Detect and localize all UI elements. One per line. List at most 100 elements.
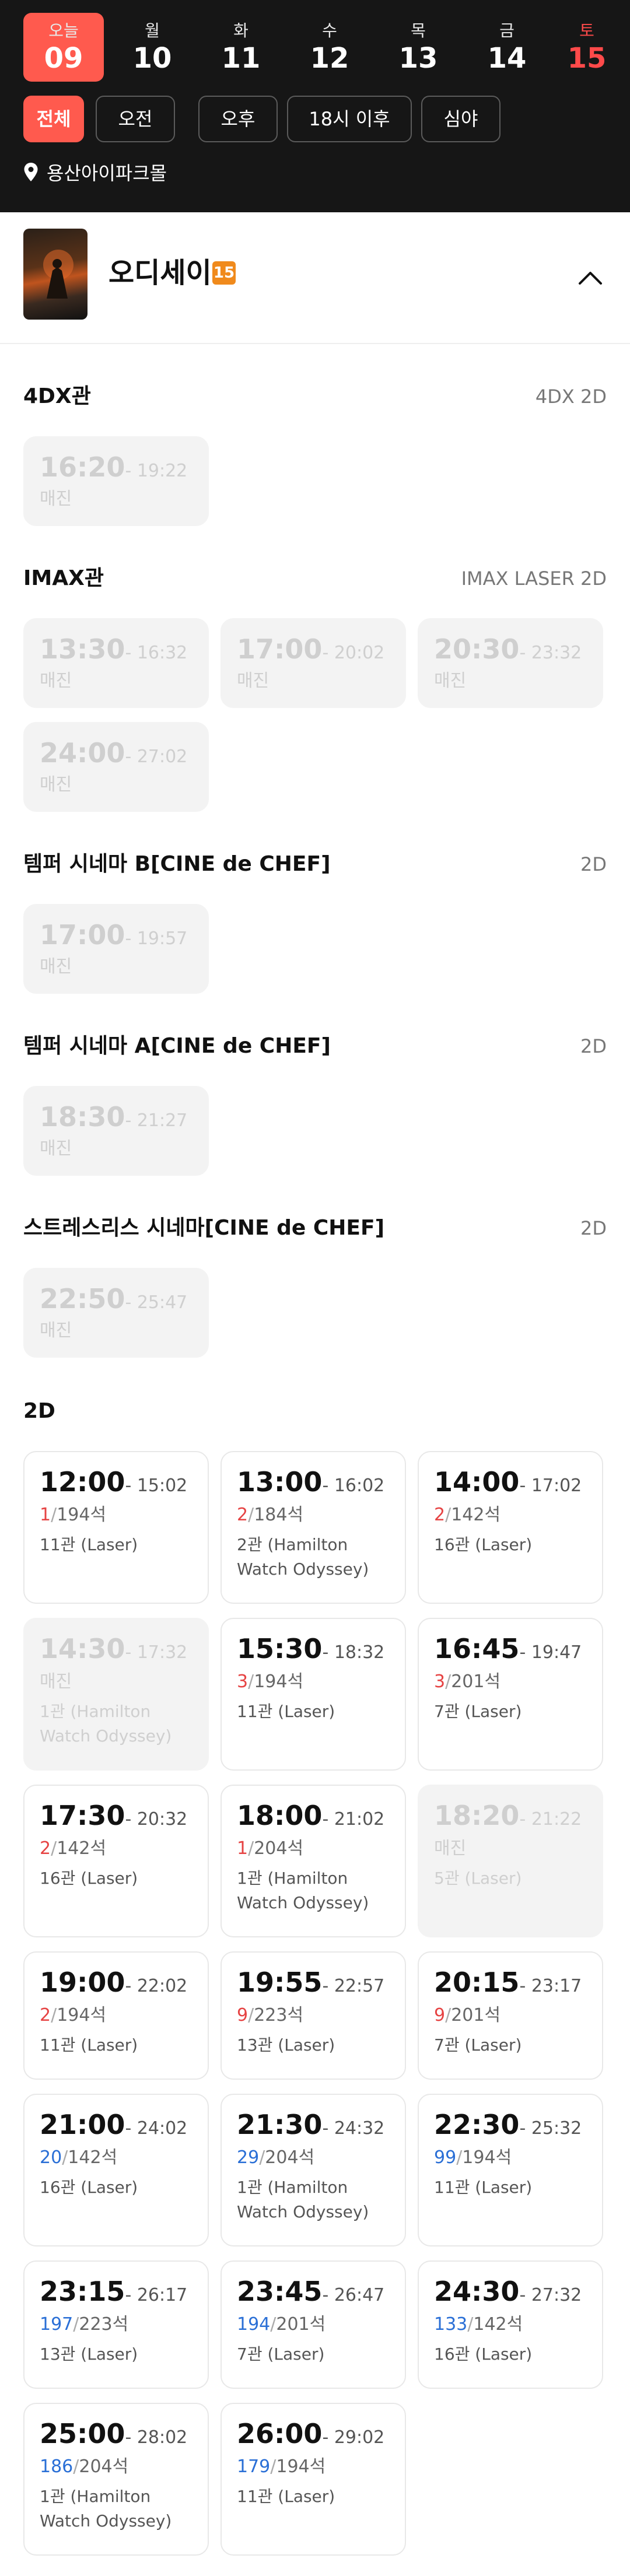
showtime-card[interactable]: 14:00- 17:02 2/142석 16관 (Laser) bbox=[418, 1451, 603, 1604]
hall-name: 11관 (Laser) bbox=[434, 2178, 533, 2197]
seat-count: 2/142석 bbox=[434, 1505, 501, 1525]
seat-count: 3/201석 bbox=[434, 1671, 501, 1692]
seat-count: 3/194석 bbox=[237, 1671, 304, 1692]
showtime-card[interactable]: 26:00- 29:02 179/194석 11관 (Laser) bbox=[220, 2403, 406, 2556]
showtime-card[interactable]: 19:55- 22:57 9/223석 13관 (Laser) bbox=[220, 1951, 406, 2080]
seat-unit: 석 bbox=[287, 1671, 304, 1692]
movie-header[interactable]: 오디세이 15 bbox=[0, 212, 630, 344]
start-time: 17:30 bbox=[40, 1800, 125, 1831]
hall-name: 1관 (Hamilton Watch Odyssey) bbox=[40, 2487, 172, 2531]
seat-count: 20/142석 bbox=[40, 2147, 118, 2168]
section-title-temper-a: 템퍼 시네마 A[CINE de CHEF] bbox=[23, 1034, 331, 1058]
showtime-card[interactable]: 20:30- 23:32 매진 bbox=[418, 618, 603, 708]
date-today[interactable]: 오늘 09 bbox=[23, 13, 104, 82]
start-time: 13:30 bbox=[40, 633, 125, 665]
sold-out-label: 매진 bbox=[40, 774, 72, 795]
showtime-card[interactable]: 13:30- 16:32 매진 bbox=[23, 618, 209, 708]
total-seats: 204 bbox=[254, 1838, 288, 1859]
date-wed[interactable]: 수 12 bbox=[289, 13, 370, 82]
seat-unit: 석 bbox=[484, 2005, 501, 2025]
section-title-stressless: 스트레스리스 시네마[CINE de CHEF] bbox=[23, 1216, 385, 1240]
showtime-card[interactable]: 14:30- 17:32 매진 1관 (Hamilton Watch Odyss… bbox=[23, 1618, 209, 1771]
filter-after-18[interactable]: 18시 이후 bbox=[287, 96, 412, 142]
section-title-temper-b: 템퍼 시네마 B[CINE de CHEF] bbox=[23, 852, 331, 876]
chevron-up-icon[interactable] bbox=[574, 261, 607, 294]
date-day: 12 bbox=[310, 42, 349, 75]
theater-location[interactable]: 용산아이파크몰 bbox=[23, 157, 167, 187]
showtime-card[interactable]: 17:00- 19:57 매진 bbox=[23, 904, 209, 994]
total-seats: 194 bbox=[254, 1671, 288, 1692]
hall-name: 11관 (Laser) bbox=[237, 1702, 335, 1721]
showtime-card[interactable]: 12:00- 15:02 1/194석 11관 (Laser) bbox=[23, 1451, 209, 1604]
showtime-card[interactable]: 13:00- 16:02 2/184석 2관 (Hamilton Watch O… bbox=[220, 1451, 406, 1604]
showtime-card[interactable]: 20:15- 23:17 9/201석 7관 (Laser) bbox=[418, 1951, 603, 2080]
seat-unit: 석 bbox=[287, 2005, 304, 2025]
date-thu[interactable]: 목 13 bbox=[378, 13, 459, 82]
showtime-card[interactable]: 22:30- 25:32 99/194석 11관 (Laser) bbox=[418, 2094, 603, 2246]
end-time: 26:47 bbox=[334, 2285, 385, 2305]
showtime-card[interactable]: 17:30- 20:32 2/142석 16관 (Laser) bbox=[23, 1785, 209, 1937]
showtime-card[interactable]: 21:30- 24:32 29/204석 1관 (Hamilton Watch … bbox=[220, 2094, 406, 2246]
remaining-seats: 1 bbox=[40, 1505, 51, 1525]
filter-late-night[interactable]: 심야 bbox=[421, 96, 501, 142]
section-format-temper-a: 2D bbox=[580, 1035, 607, 1057]
start-time: 25:00 bbox=[40, 2418, 125, 2449]
start-time: 18:00 bbox=[237, 1800, 323, 1831]
showtime-card[interactable]: 22:50- 25:47 매진 bbox=[23, 1268, 209, 1358]
end-time: 21:02 bbox=[334, 1809, 385, 1830]
end-time: 25:32 bbox=[531, 2118, 582, 2139]
showtime-card[interactable]: 19:00- 22:02 2/194석 11관 (Laser) bbox=[23, 1951, 209, 2080]
showtime-card[interactable]: 15:30- 18:32 3/194석 11관 (Laser) bbox=[220, 1618, 406, 1771]
showtime-card[interactable]: 16:20- 19:22 매진 bbox=[23, 436, 209, 526]
date-sat[interactable]: 토 15 bbox=[555, 13, 618, 82]
showtime-card[interactable]: 23:45- 26:47 194/201석 7관 (Laser) bbox=[220, 2260, 406, 2389]
remaining-seats: 1 bbox=[237, 1838, 249, 1859]
end-time: 16:32 bbox=[136, 643, 188, 663]
hall-name: 16관 (Laser) bbox=[40, 2178, 138, 2197]
start-time: 23:15 bbox=[40, 2276, 125, 2307]
sold-out-label: 매진 bbox=[434, 671, 467, 691]
total-seats: 201 bbox=[451, 1671, 485, 1692]
filter-afternoon[interactable]: 오후 bbox=[198, 96, 278, 142]
showtime-card[interactable]: 25:00- 28:02 186/204석 1관 (Hamilton Watch… bbox=[23, 2403, 209, 2556]
showtime-card[interactable]: 18:00- 21:02 1/204석 1관 (Hamilton Watch O… bbox=[220, 1785, 406, 1937]
showtime-card[interactable]: 21:00- 24:02 20/142석 16관 (Laser) bbox=[23, 2094, 209, 2246]
showtime-card[interactable]: 17:00- 20:02 매진 bbox=[220, 618, 406, 708]
showtime-card[interactable]: 16:45- 19:47 3/201석 7관 (Laser) bbox=[418, 1618, 603, 1771]
date-fri[interactable]: 금 14 bbox=[467, 13, 547, 82]
seat-count: 9/223석 bbox=[237, 2005, 304, 2025]
showtime-card[interactable]: 24:30- 27:32 133/142석 16관 (Laser) bbox=[418, 2260, 603, 2389]
date-weekday: 금 bbox=[499, 21, 514, 40]
date-day: 10 bbox=[132, 42, 172, 75]
showtime-card[interactable]: 18:30- 21:27 매진 bbox=[23, 1086, 209, 1176]
filter-all[interactable]: 전체 bbox=[23, 96, 84, 142]
total-seats: 201 bbox=[276, 2314, 310, 2335]
section-title-4dx: 4DX관 bbox=[23, 384, 91, 408]
section-title-2d: 2D bbox=[23, 1399, 55, 1423]
total-seats: 223 bbox=[254, 2005, 288, 2025]
remaining-seats: 2 bbox=[40, 1838, 51, 1859]
filter-morning[interactable]: 오전 bbox=[96, 96, 175, 142]
start-time: 13:00 bbox=[237, 1466, 323, 1498]
end-time: 18:32 bbox=[334, 1642, 385, 1663]
date-weekday: 오늘 bbox=[48, 21, 79, 40]
seat-count: 2/194석 bbox=[40, 2005, 107, 2025]
start-time: 14:00 bbox=[434, 1466, 520, 1498]
seat-unit: 석 bbox=[112, 2456, 129, 2477]
showtime-card[interactable]: 24:00- 27:02 매진 bbox=[23, 722, 209, 812]
start-time: 24:00 bbox=[40, 737, 125, 769]
hall-name: 16관 (Laser) bbox=[434, 1535, 533, 1554]
remaining-seats: 3 bbox=[237, 1671, 249, 1692]
start-time: 19:55 bbox=[237, 1967, 323, 1998]
start-time: 18:30 bbox=[40, 1101, 125, 1133]
seat-unit: 석 bbox=[90, 1505, 107, 1525]
showtime-card[interactable]: 18:20- 21:22 매진 5관 (Laser) bbox=[418, 1785, 603, 1937]
showtime-card[interactable]: 23:15- 26:17 197/223석 13관 (Laser) bbox=[23, 2260, 209, 2389]
date-mon[interactable]: 월 10 bbox=[112, 13, 192, 82]
seat-unit: 석 bbox=[484, 1671, 501, 1692]
section-title-imax: IMAX관 bbox=[23, 566, 104, 590]
start-time: 16:45 bbox=[434, 1633, 520, 1664]
remaining-seats: 9 bbox=[434, 2005, 446, 2025]
date-tue[interactable]: 화 11 bbox=[201, 13, 281, 82]
hall-name: 7관 (Laser) bbox=[434, 1702, 522, 1721]
